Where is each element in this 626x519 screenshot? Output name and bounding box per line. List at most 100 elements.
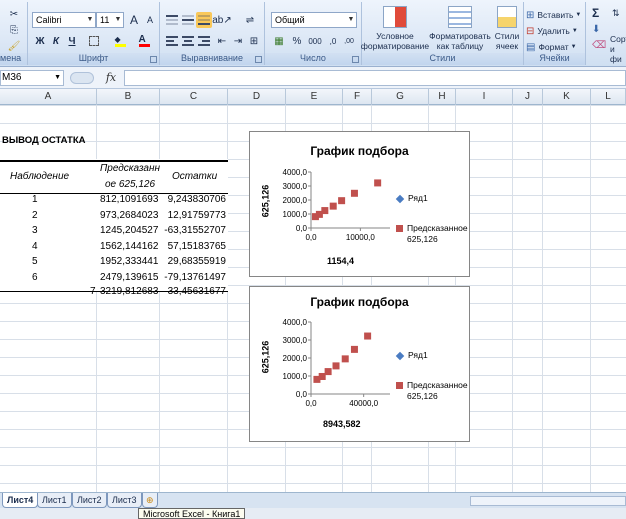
column-header[interactable]: I bbox=[456, 89, 513, 105]
percent-button[interactable]: % bbox=[289, 33, 305, 49]
chevron-down-icon[interactable]: ▼ bbox=[54, 71, 61, 85]
legend-label: Ряд1 bbox=[408, 193, 428, 203]
sort-filter-label[interactable]: Сорт bbox=[610, 34, 626, 44]
number-dialog-launcher[interactable] bbox=[352, 56, 359, 63]
y-tick-label: 2000,0 bbox=[283, 354, 308, 363]
align-bottom-icon[interactable] bbox=[196, 12, 212, 28]
column-header[interactable]: J bbox=[513, 89, 543, 105]
column-header[interactable]: E bbox=[286, 89, 343, 105]
decrease-decimal-button[interactable]: ,00 bbox=[341, 33, 357, 49]
chart-fit-1[interactable]: График подбора 0,0 1000,0 2000,0 3000,0 4000… bbox=[249, 131, 470, 277]
data-point bbox=[350, 345, 358, 353]
grow-font-button[interactable]: A bbox=[126, 12, 142, 28]
number-format-combo[interactable]: Общий ▼ bbox=[271, 12, 357, 28]
format-painter-icon[interactable]: 🖌 bbox=[6, 38, 22, 54]
italic-button[interactable]: К bbox=[48, 33, 64, 49]
column-header[interactable]: A bbox=[0, 89, 97, 105]
header-observation: Наблюдение bbox=[10, 171, 70, 182]
sort-filter-icon[interactable]: ⇅ bbox=[612, 8, 620, 19]
sheet-tab-list3[interactable]: Лист3 bbox=[107, 493, 142, 508]
format-icon: ▤ bbox=[526, 41, 536, 53]
insert-sheet-icon[interactable]: ⊕ bbox=[142, 493, 158, 508]
chart-x-axis-label: 8943,582 bbox=[323, 419, 361, 429]
column-header[interactable]: H bbox=[429, 89, 456, 105]
insert-button[interactable]: ⊞ Вставить ▼ bbox=[526, 8, 581, 22]
column-header[interactable]: C bbox=[160, 89, 228, 105]
alignment-group-label: Выравнивание bbox=[160, 53, 264, 65]
font-color-icon[interactable]: A bbox=[136, 33, 152, 49]
fx-button[interactable]: fx bbox=[100, 70, 122, 86]
column-header[interactable]: K bbox=[543, 89, 591, 105]
merge-cells-icon[interactable]: ⊞ bbox=[246, 33, 262, 49]
chevron-down-icon[interactable]: ▼ bbox=[347, 14, 355, 26]
formula-bar-splitter[interactable] bbox=[70, 72, 94, 84]
sheet-tab-list4[interactable]: Лист4 bbox=[2, 493, 39, 508]
chevron-down-icon[interactable]: ▼ bbox=[86, 14, 94, 26]
cell-styles-label-2: ячеек bbox=[495, 41, 519, 51]
chevron-down-icon[interactable]: ▼ bbox=[114, 14, 122, 26]
name-box[interactable]: M36 ▼ bbox=[0, 70, 64, 86]
decrease-indent-icon[interactable]: ⇤ bbox=[214, 33, 230, 49]
column-headers: A B C D E F G H I J K L bbox=[0, 89, 626, 105]
legend-item: Предсказанное 625,126 bbox=[396, 223, 468, 245]
format-as-table-button[interactable]: Форматировать как таблицу bbox=[428, 6, 492, 54]
format-as-table-label: Форматировать bbox=[429, 31, 491, 41]
align-left-icon[interactable] bbox=[164, 33, 180, 49]
align-center-icon[interactable] bbox=[180, 33, 196, 49]
chevron-down-icon: ▼ bbox=[570, 44, 577, 50]
x-tick-label: 0,0 bbox=[305, 399, 317, 408]
copy-icon[interactable]: ⎘ bbox=[6, 22, 22, 38]
sheet-tab-list1[interactable]: Лист1 bbox=[37, 493, 72, 508]
alignment-dialog-launcher[interactable] bbox=[255, 56, 262, 63]
font-name-value: Calibri bbox=[36, 15, 62, 25]
conditional-format-button[interactable]: Условное форматирование bbox=[360, 6, 430, 54]
number-group-label: Число bbox=[265, 53, 361, 65]
align-right-icon[interactable] bbox=[196, 33, 212, 49]
bold-button[interactable]: Ж bbox=[32, 33, 48, 49]
font-size-combo[interactable]: 11 ▼ bbox=[96, 12, 124, 28]
conditional-format-label-2: форматирование bbox=[360, 41, 430, 51]
insert-icon: ⊞ bbox=[526, 9, 535, 21]
currency-icon[interactable]: ▦ bbox=[271, 33, 287, 49]
chart-plot: 0,0 1000,0 2000,0 3000,0 4000,0 0,0 10000,0 bbox=[283, 168, 390, 242]
chart-fit-2[interactable]: График подбора 0,0 1000,0 2000,0 3000,0 4000… bbox=[249, 286, 470, 442]
shrink-font-button[interactable]: A bbox=[142, 12, 158, 28]
y-tick-label: 0,0 bbox=[296, 390, 308, 399]
formula-input[interactable] bbox=[124, 70, 626, 86]
legend-item: Ряд1 bbox=[395, 193, 428, 204]
increase-decimal-button[interactable]: ,0 bbox=[325, 33, 341, 49]
styles-group-label: Стили bbox=[362, 53, 523, 65]
font-size-value: 11 bbox=[100, 15, 110, 25]
column-header[interactable]: B bbox=[97, 89, 160, 105]
horizontal-scrollbar[interactable] bbox=[470, 496, 626, 506]
sheet-tab-list2[interactable]: Лист2 bbox=[72, 493, 107, 508]
format-button[interactable]: ▤ Формат ▼ bbox=[526, 40, 577, 54]
align-middle-icon[interactable] bbox=[180, 12, 196, 28]
column-header[interactable]: D bbox=[228, 89, 286, 105]
cells-group-label: Ячейки bbox=[524, 53, 585, 65]
data-point bbox=[329, 202, 337, 210]
fill-icon[interactable]: ⬇ bbox=[592, 24, 600, 35]
column-header[interactable]: G bbox=[372, 89, 429, 105]
fill-color-icon[interactable]: ◆ bbox=[112, 33, 128, 49]
cut-icon[interactable]: ✂ bbox=[6, 6, 22, 22]
cell-styles-label: Стили bbox=[494, 31, 520, 41]
worksheet-grid[interactable]: ВЫВОД ОСТАТКА Наблюдение Предсказанн ое … bbox=[0, 105, 626, 492]
column-header[interactable]: L bbox=[591, 89, 626, 105]
clipboard-group: ✂ ⎘ 🖌 мена bbox=[0, 2, 28, 65]
clipboard-group-label: мена bbox=[0, 53, 27, 65]
column-header[interactable]: F bbox=[343, 89, 372, 105]
font-dialog-launcher[interactable] bbox=[150, 56, 157, 63]
font-name-combo[interactable]: Calibri ▼ bbox=[32, 12, 96, 28]
clear-icon[interactable]: ⌫ bbox=[592, 40, 606, 51]
align-top-icon[interactable] bbox=[164, 12, 180, 28]
underline-button[interactable]: Ч bbox=[64, 33, 80, 49]
increase-indent-icon[interactable]: ⇥ bbox=[230, 33, 246, 49]
thousands-button[interactable]: 000 bbox=[307, 33, 323, 49]
delete-button[interactable]: ⊟ Удалить ▼ bbox=[526, 24, 578, 38]
borders-icon[interactable] bbox=[86, 33, 102, 49]
orientation-icon[interactable]: ab↗ bbox=[212, 12, 232, 28]
autosum-button[interactable]: Σ bbox=[592, 6, 599, 20]
cell-styles-button[interactable]: Стили ячеек bbox=[492, 6, 522, 54]
wrap-text-icon[interactable]: ⇌ bbox=[242, 12, 258, 28]
